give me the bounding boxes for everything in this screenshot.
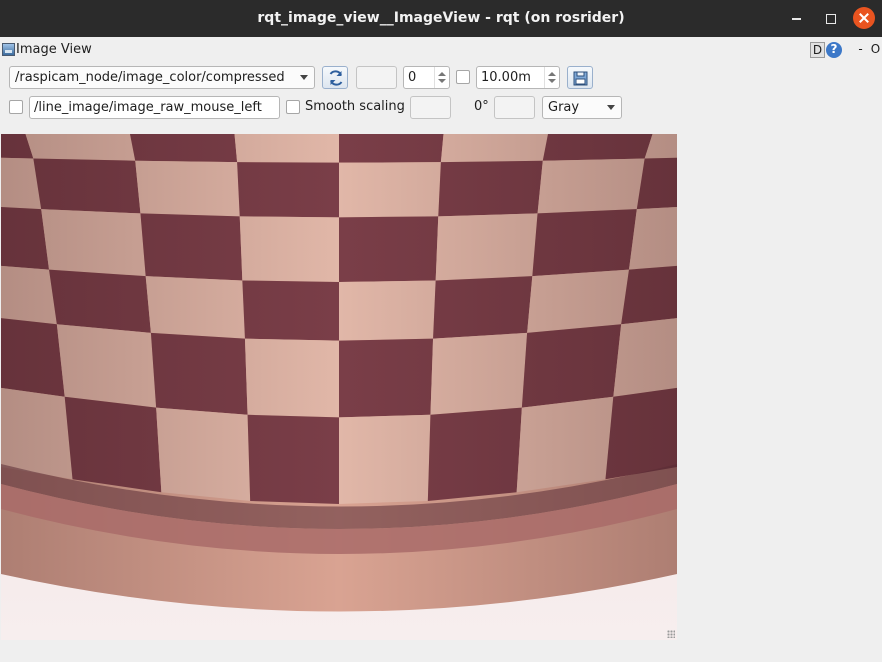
title-bar: rqt_image_view__ImageView - rqt (on rosr… [0,0,882,37]
minimize-plugin-button[interactable]: - [853,42,868,58]
mouse-topic-field[interactable]: /line_image/image_raw_mouse_left [29,96,280,119]
plugin-title: Image View [16,42,92,57]
rotate-spinbox[interactable]: 0 [403,66,450,89]
smooth-scaling-label: Smooth scaling [305,99,405,114]
max-value-spinbox[interactable]: 10.00m [476,66,560,89]
publish-mouse-checkbox[interactable] [9,100,23,114]
max-value-text: 10.00m [481,70,531,85]
spin-up-icon[interactable] [438,72,446,76]
rotate-left-button[interactable] [410,96,451,119]
resize-grip[interactable] [667,630,675,638]
dynamic-range-checkbox[interactable] [456,70,470,84]
minimize-button[interactable] [786,7,808,29]
help-button[interactable]: ? [826,42,842,58]
save-icon [573,71,588,86]
chevron-down-icon [300,75,308,80]
checkerboard-image [1,134,677,640]
topic-select[interactable]: /raspicam_node/image_color/compressed [9,66,315,89]
close-plugin-button[interactable]: O [868,42,882,58]
close-button[interactable] [853,7,875,29]
image-view-icon [2,43,15,56]
rotate-right-button[interactable] [494,96,535,119]
smooth-scaling-checkbox[interactable] [286,100,300,114]
rotate-spinbox-value: 0 [408,70,417,85]
rotation-label: 0° [474,99,489,114]
chevron-down-icon [607,105,615,110]
min-value-field[interactable] [356,66,397,89]
mouse-topic-value: /line_image/image_raw_mouse_left [34,100,262,115]
spin-up-icon[interactable] [548,72,556,76]
maximize-button[interactable] [819,7,841,29]
camera-image[interactable] [1,134,677,640]
refresh-icon [329,70,343,86]
color-scheme-value: Gray [548,100,580,115]
spin-down-icon[interactable] [438,79,446,83]
window-title: rqt_image_view__ImageView - rqt (on rosr… [257,10,625,26]
refresh-button[interactable] [322,66,348,89]
detach-button[interactable]: D [810,42,825,58]
save-image-button[interactable] [567,66,593,89]
color-scheme-select[interactable]: Gray [542,96,622,119]
spin-down-icon[interactable] [548,79,556,83]
topic-select-value: /raspicam_node/image_color/compressed [15,70,285,85]
